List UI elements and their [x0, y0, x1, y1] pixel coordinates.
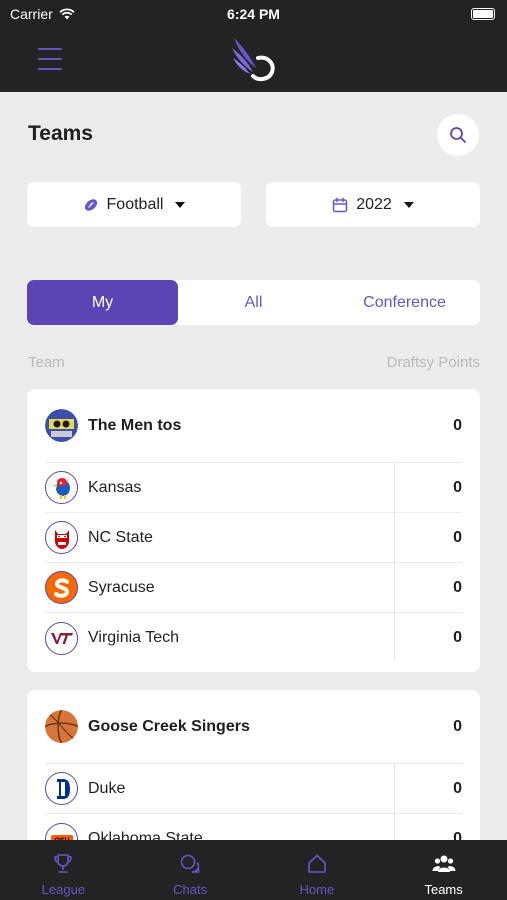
team-card-header[interactable]: The Men tos 0: [45, 389, 462, 463]
battery-icon: [471, 8, 495, 20]
caret-down-icon: [175, 201, 186, 208]
search-button[interactable]: [437, 114, 479, 156]
chat-bubbles-icon: [180, 854, 200, 873]
team-points: 0: [453, 717, 462, 735]
trophy-icon: [54, 854, 73, 873]
season-dropdown-label: 2022: [356, 195, 392, 213]
nc-state-logo: [45, 521, 78, 554]
team-name: Goose Creek Singers: [88, 717, 250, 735]
people-icon: [432, 855, 456, 872]
tab-my[interactable]: My: [27, 280, 178, 325]
school-name: Duke: [88, 779, 126, 797]
nav-league-label: League: [41, 882, 86, 897]
school-row[interactable]: Syracuse 0: [45, 563, 462, 613]
column-header-team: Team: [28, 354, 65, 371]
nav-teams-label: Teams: [424, 882, 463, 897]
hamburger-menu-icon[interactable]: [38, 48, 62, 70]
team-name: The Men tos: [88, 416, 182, 434]
team-card-header[interactable]: Goose Creek Singers 0: [45, 690, 462, 764]
tab-all[interactable]: All: [178, 280, 329, 325]
team-points: 0: [453, 416, 462, 434]
app-header: [0, 30, 507, 92]
search-icon: [450, 127, 466, 143]
page-title: Teams: [28, 122, 93, 145]
home-icon: [308, 854, 326, 873]
status-bar: Carrier 6:24 PM: [0, 0, 507, 30]
virginia-tech-logo: [45, 621, 78, 655]
season-dropdown[interactable]: 2022: [266, 182, 480, 227]
tab-conference[interactable]: Conference: [329, 280, 480, 325]
school-name: Syracuse: [88, 578, 155, 596]
school-row[interactable]: OSU Oklahoma State 0: [45, 814, 462, 840]
school-points: 0: [453, 629, 462, 646]
nav-home[interactable]: Home: [254, 840, 381, 900]
school-name: Virginia Tech: [88, 629, 180, 646]
school-points: 0: [453, 528, 462, 546]
nav-chats-label: Chats: [173, 882, 208, 897]
status-time: 6:24 PM: [227, 6, 280, 22]
football-icon: [84, 198, 97, 211]
school-points: 0: [453, 478, 462, 496]
duke-logo: [45, 772, 78, 805]
calendar-icon: [332, 196, 348, 212]
school-row[interactable]: Virginia Tech 0: [45, 613, 462, 663]
nav-league[interactable]: League: [0, 840, 127, 900]
sport-dropdown[interactable]: Football: [27, 182, 241, 227]
school-row[interactable]: NC State 0: [45, 513, 462, 563]
sport-dropdown-label: Football: [106, 195, 164, 213]
team-scope-tabs: My All Conference: [27, 280, 480, 325]
school-points: 0: [453, 830, 462, 840]
oklahoma-state-logo: OSU: [45, 822, 78, 840]
team-card[interactable]: Goose Creek Singers 0 Duke 0 OSU Oklahom…: [27, 690, 480, 840]
nav-home-label: Home: [299, 882, 335, 897]
teams-page: Teams Football 2022 My All Conference Te: [0, 92, 507, 840]
school-row[interactable]: Kansas 0: [45, 463, 462, 513]
caret-down-icon: [403, 201, 414, 208]
school-row[interactable]: Duke 0: [45, 764, 462, 814]
bottom-tab-bar: League Chats Home Teams: [0, 840, 507, 900]
team-avatar: [45, 409, 78, 442]
syracuse-logo: [45, 571, 78, 604]
school-name: NC State: [88, 528, 153, 546]
team-avatar: [45, 710, 78, 743]
school-name: Kansas: [88, 478, 142, 496]
team-card[interactable]: The Men tos 0 Kansas 0 NC State 0 Syracu…: [27, 389, 480, 672]
draftsy-logo-icon: [232, 38, 275, 82]
school-points: 0: [453, 779, 462, 797]
nav-chats[interactable]: Chats: [127, 840, 254, 900]
nav-teams[interactable]: Teams: [380, 840, 507, 900]
column-header-points: Draftsy Points: [386, 354, 480, 371]
kansas-logo: [45, 471, 78, 504]
school-name: Oklahoma State: [88, 830, 203, 840]
school-points: 0: [453, 578, 462, 596]
